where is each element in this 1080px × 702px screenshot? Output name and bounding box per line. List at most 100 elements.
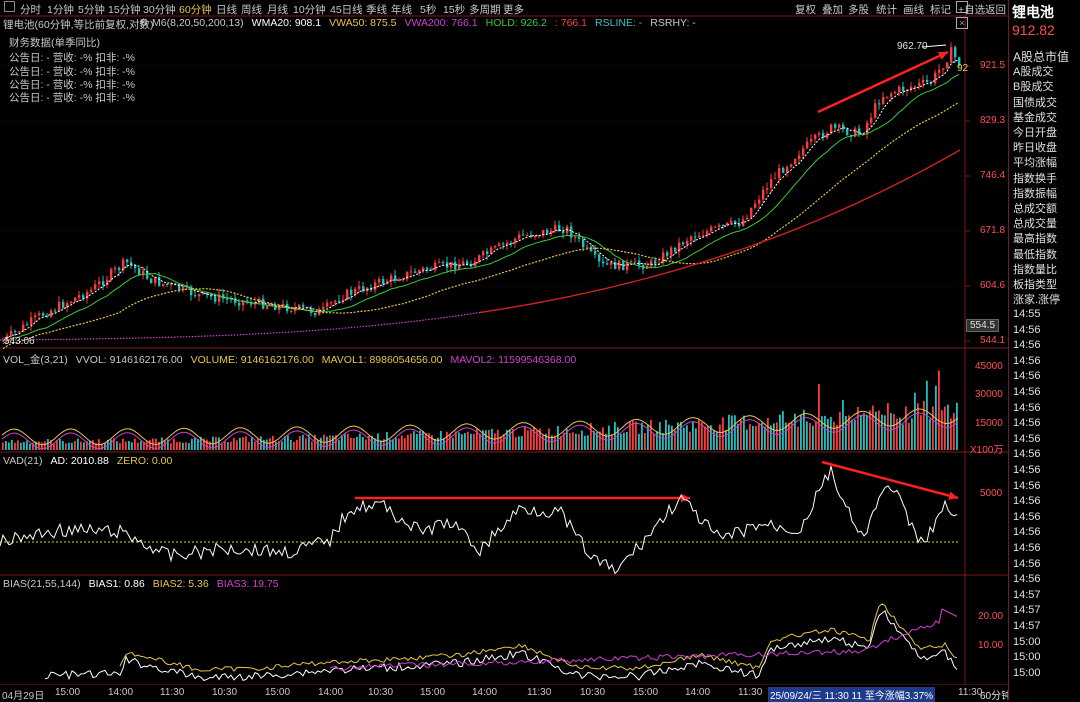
volume-bar: [467, 431, 469, 450]
toolbar-button[interactable]: 统计: [876, 2, 897, 17]
candle-body: [198, 293, 201, 297]
high-price-label: 962.70: [897, 41, 928, 52]
toolbar-button[interactable]: 返回: [985, 2, 1006, 17]
x-axis-label: 10:30: [580, 687, 606, 698]
sidebar-item[interactable]: 指数量比: [1013, 261, 1057, 277]
candle-body: [98, 281, 101, 285]
volume-bar: [746, 429, 748, 450]
candle-body: [746, 217, 749, 220]
sidebar-item[interactable]: 昨日收盘: [1013, 139, 1057, 155]
volume-bar: [320, 437, 322, 450]
sidebar-item[interactable]: 基金成交: [1013, 109, 1057, 125]
sidebar-item[interactable]: 最高指数: [1013, 230, 1057, 246]
candle-body: [462, 261, 465, 265]
sidebar-item[interactable]: 板指类型: [1013, 276, 1057, 292]
volume-bar: [812, 425, 814, 450]
indicator-value: BIAS(21,55,144): [3, 578, 81, 590]
candle-body: [778, 167, 781, 179]
sidebar-item[interactable]: 涨家.涨停: [1013, 291, 1060, 307]
y-tick: 921.5: [980, 60, 1006, 71]
trend-arrow: [821, 460, 959, 500]
x-axis-label: 11:30: [527, 687, 552, 698]
ad-line: [0, 465, 958, 575]
candle-body: [694, 236, 697, 238]
indicator-value: MAVOL1: 8986054656.00: [321, 354, 443, 366]
volume-bar: [851, 419, 853, 450]
candle-body: [18, 331, 21, 333]
candle-body: [762, 189, 765, 200]
volume-bar: [275, 441, 277, 450]
volume-bar: [656, 431, 658, 450]
finance-row: 公告日: - 营收: -% 扣非: -%: [9, 92, 135, 104]
candle-body: [806, 141, 809, 149]
candle-body: [70, 301, 73, 304]
candle-body: [422, 267, 425, 271]
sidebar-item[interactable]: 总成交量: [1013, 215, 1057, 231]
candle-body: [722, 224, 725, 226]
x-axis-label: 10:30: [212, 687, 238, 698]
vol-y-tick: 30000: [975, 389, 1003, 400]
toolbar-button[interactable]: 标记: [930, 2, 951, 17]
chart-title: 锂电池(60分钟,等比前复权,对数): [3, 19, 154, 31]
toolbar-button[interactable]: 叠加: [822, 2, 843, 17]
indicator-value: ZERO: 0.00: [116, 455, 173, 467]
volume-bar: [824, 415, 826, 450]
volume-bar: [464, 433, 466, 450]
volume-bar: [587, 435, 589, 450]
toolbar-button[interactable]: 复权: [795, 2, 816, 17]
volume-bar: [395, 437, 397, 450]
candle-body: [882, 97, 885, 105]
candle-body: [954, 47, 957, 58]
candle-body: [322, 306, 325, 309]
volume-bar: [635, 421, 637, 450]
candle-body: [162, 283, 165, 286]
bias-y-tick: 10.00: [978, 640, 1004, 651]
candle-body: [554, 225, 557, 231]
toolbar-button[interactable]: 画线: [903, 2, 924, 17]
volume-bar: [32, 442, 34, 450]
volume-bar: [632, 420, 634, 450]
sidebar-item[interactable]: 最低指数: [1013, 246, 1057, 262]
sidebar-item[interactable]: 平均涨幅: [1013, 154, 1057, 170]
volume-bar: [722, 417, 724, 450]
vad-y-tick: 5000: [980, 488, 1003, 499]
sidebar-item[interactable]: 指数振幅: [1013, 185, 1057, 201]
volume-bar: [47, 438, 49, 450]
sidebar-item[interactable]: 今日开盘: [1013, 124, 1057, 140]
sidebar-item[interactable]: 国债成交: [1013, 94, 1057, 110]
toolbar-button[interactable]: 多股: [848, 2, 869, 17]
candle-body: [54, 310, 57, 312]
volume-bar: [944, 406, 946, 450]
tick-time: 14:56: [1013, 370, 1041, 383]
x-axis-label: 15:00: [633, 687, 659, 698]
volume-bar: [623, 432, 625, 450]
candle-body: [498, 243, 501, 246]
sidebar-item[interactable]: 总成交额: [1013, 200, 1057, 216]
settings-icon[interactable]: ⚙: [139, 17, 148, 29]
sidebar-item[interactable]: B股成交: [1013, 78, 1053, 94]
main-indicator-row: M6(8,20,50,200,13) WMA20: 908.1 VWA50: 875…: [152, 17, 704, 29]
volume-bar: [365, 439, 367, 450]
close-icon[interactable]: ×: [956, 17, 968, 29]
volume-bar: [908, 422, 910, 450]
candle-body: [710, 226, 713, 232]
tick-time: 14:57: [1013, 604, 1041, 617]
candle-body: [838, 124, 841, 128]
candle-body: [58, 301, 61, 311]
candle-body: [150, 278, 153, 284]
sidebar-item[interactable]: 指数换手: [1013, 170, 1057, 186]
candle-body: [10, 331, 13, 336]
candle-body: [26, 324, 29, 326]
bias2-line: [119, 603, 958, 672]
volume-bar: [11, 439, 13, 450]
candle-body: [302, 304, 305, 307]
volume-bar: [719, 424, 721, 450]
volume-bar: [296, 439, 298, 450]
toolbar-button[interactable]: +自选: [958, 2, 985, 17]
candle-body: [934, 72, 937, 84]
sidebar-item[interactable]: A股成交: [1013, 63, 1053, 79]
volume-bar: [854, 419, 856, 450]
volume-bar: [17, 440, 19, 450]
volume-bar: [326, 436, 328, 450]
candle-body: [506, 242, 509, 245]
